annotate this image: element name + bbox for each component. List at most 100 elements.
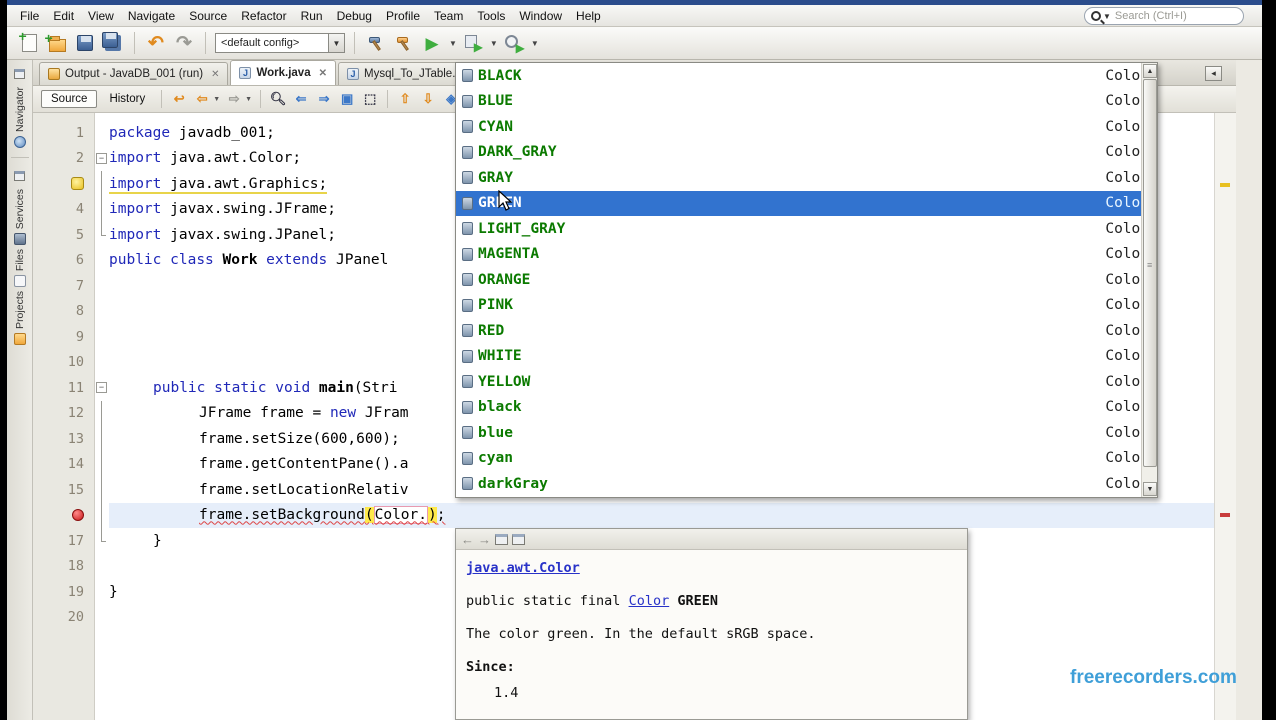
config-select[interactable]: <default config> ▼ — [215, 33, 345, 53]
menu-item-navigate[interactable]: Navigate — [121, 6, 182, 26]
new-project-icon[interactable] — [45, 30, 69, 55]
close-icon[interactable]: ✕ — [319, 68, 327, 79]
line-number[interactable]: 18 — [33, 554, 94, 580]
last-edit-icon[interactable]: ↩ — [169, 89, 189, 109]
toggle-highlight-icon[interactable]: ▣ — [337, 89, 357, 109]
clean-build-icon[interactable] — [392, 31, 416, 55]
chevron-down-icon[interactable]: ▼ — [531, 39, 539, 48]
warning-mark[interactable] — [1220, 183, 1230, 187]
line-number[interactable]: 11 — [33, 375, 94, 401]
forward-icon[interactable]: ⇨ — [224, 89, 244, 109]
find-next-icon[interactable]: ⇒ — [314, 89, 334, 109]
completion-item-magenta[interactable]: MAGENTA Color — [456, 242, 1157, 268]
completion-item-white[interactable]: WHITE Color — [456, 344, 1157, 370]
menu-item-run[interactable]: Run — [294, 6, 330, 26]
redo-icon[interactable]: ↷ — [172, 31, 196, 55]
menu-item-file[interactable]: File — [13, 6, 46, 26]
back-icon[interactable]: ⇦ — [192, 89, 212, 109]
menu-item-profile[interactable]: Profile — [379, 6, 427, 26]
completion-item-dark_gray[interactable]: DARK_GRAY Color — [456, 140, 1157, 166]
chevron-down-icon[interactable]: ▼ — [328, 34, 344, 52]
forward-icon[interactable]: → — [478, 533, 491, 546]
line-number[interactable]: 15 — [33, 477, 94, 503]
completion-item-cyan[interactable]: cyan Color — [456, 446, 1157, 472]
completion-item-yellow[interactable]: YELLOW Color — [456, 369, 1157, 395]
code-fold-column[interactable]: − − — [95, 113, 109, 720]
show-external-icon[interactable] — [495, 533, 508, 545]
line-number[interactable]: 4 — [33, 197, 94, 223]
tab-work-java[interactable]: J Work.java ✕ — [230, 60, 336, 85]
open-project-icon[interactable] — [73, 31, 97, 55]
source-view-button[interactable]: Source — [41, 90, 98, 108]
debug-project-icon[interactable]: ▶ — [461, 31, 485, 55]
select-occurrence-icon[interactable]: ⬚ — [360, 89, 380, 109]
chevron-down-icon[interactable]: ▼ — [245, 96, 252, 103]
menu-item-source[interactable]: Source — [182, 6, 234, 26]
search-input[interactable]: ▼ Search (Ctrl+I) — [1084, 7, 1244, 25]
menu-item-window[interactable]: Window — [512, 6, 569, 26]
error-mark[interactable] — [1220, 513, 1230, 517]
completion-list[interactable]: BLACK Color BLUE Color CYAN Color DARK_GRAY Col… — [456, 63, 1157, 497]
line-number[interactable]: 2 — [33, 146, 94, 172]
chevron-down-icon[interactable]: ▼ — [213, 96, 220, 103]
menu-item-view[interactable]: View — [81, 6, 121, 26]
menu-item-debug[interactable]: Debug — [330, 6, 379, 26]
line-number[interactable]: 9 — [33, 324, 94, 350]
menu-item-edit[interactable]: Edit — [46, 6, 81, 26]
completion-item-blue[interactable]: BLUE Color — [456, 89, 1157, 115]
history-view-button[interactable]: History — [100, 90, 154, 108]
find-previous-icon[interactable]: ⇐ — [291, 89, 311, 109]
fold-marker[interactable]: − — [95, 375, 109, 401]
run-project-icon[interactable]: ▶ — [420, 31, 444, 55]
javadoc-type-link[interactable]: Color — [629, 593, 670, 609]
menu-item-refactor[interactable]: Refactor — [234, 6, 293, 26]
tab-output[interactable]: Output - JavaDB_001 (run) ✕ — [39, 62, 229, 85]
line-number[interactable]: 5 — [33, 222, 94, 248]
scroll-up-icon[interactable]: ▲ — [1143, 64, 1157, 78]
open-browser-icon[interactable] — [512, 533, 525, 545]
build-project-icon[interactable] — [364, 31, 388, 55]
line-number[interactable]: 13 — [33, 426, 94, 452]
line-number[interactable]: 12 — [33, 401, 94, 427]
chevron-down-icon[interactable]: ▼ — [490, 39, 498, 48]
next-bookmark-icon[interactable]: ⇩ — [418, 89, 438, 109]
save-all-icon[interactable] — [101, 31, 125, 55]
menu-item-team[interactable]: Team — [427, 6, 470, 26]
chevron-down-icon[interactable]: ▼ — [1103, 12, 1111, 21]
completion-item-light_gray[interactable]: LIGHT_GRAY Color — [456, 216, 1157, 242]
completion-item-darkgray[interactable]: darkGray Color — [456, 471, 1157, 497]
scrollbar-thumb[interactable] — [1143, 79, 1157, 467]
code-line[interactable]: frame.setBackground(Color.); — [109, 502, 1214, 528]
line-number[interactable]: 14 — [33, 452, 94, 478]
completion-item-black[interactable]: BLACK Color — [456, 63, 1157, 89]
find-selection-icon[interactable]: 🔍︎ — [268, 89, 288, 109]
javadoc-class-link[interactable]: java.awt.Color — [466, 560, 580, 576]
completion-item-red[interactable]: RED Color — [456, 318, 1157, 344]
completion-scrollbar[interactable]: ▲ ▼ — [1141, 63, 1157, 497]
previous-bookmark-icon[interactable]: ⇧ — [395, 89, 415, 109]
completion-item-orange[interactable]: ORANGE Color — [456, 267, 1157, 293]
line-number[interactable]: 1 — [33, 120, 94, 146]
warning-bulb-icon[interactable] — [33, 171, 94, 197]
menu-item-tools[interactable]: Tools — [470, 6, 512, 26]
completion-item-cyan[interactable]: CYAN Color — [456, 114, 1157, 140]
completion-item-green[interactable]: GREENColor — [456, 190, 1157, 216]
breakpoint-icon[interactable] — [33, 503, 94, 529]
profile-project-icon[interactable]: ▶ — [502, 31, 526, 55]
line-number[interactable]: 10 — [33, 350, 94, 376]
completion-item-pink[interactable]: PINK Color — [456, 293, 1157, 319]
window-restore-icon[interactable] — [14, 69, 25, 79]
completion-item-gray[interactable]: GRAY Color — [456, 165, 1157, 191]
sidebar-item-services[interactable]: Services — [14, 189, 26, 229]
line-number[interactable]: 17 — [33, 528, 94, 554]
close-icon[interactable]: ✕ — [211, 69, 219, 80]
line-number[interactable]: 8 — [33, 299, 94, 325]
error-stripe[interactable] — [1214, 113, 1236, 720]
chevron-down-icon[interactable]: ▼ — [449, 39, 457, 48]
tab-scroll-left-button[interactable]: ◂ — [1205, 66, 1222, 81]
line-number[interactable]: 19 — [33, 579, 94, 605]
line-number[interactable]: 20 — [33, 605, 94, 631]
window-restore-icon[interactable] — [14, 170, 25, 181]
sidebar-item-files[interactable]: Files — [14, 249, 26, 271]
new-file-icon[interactable] — [17, 28, 41, 55]
